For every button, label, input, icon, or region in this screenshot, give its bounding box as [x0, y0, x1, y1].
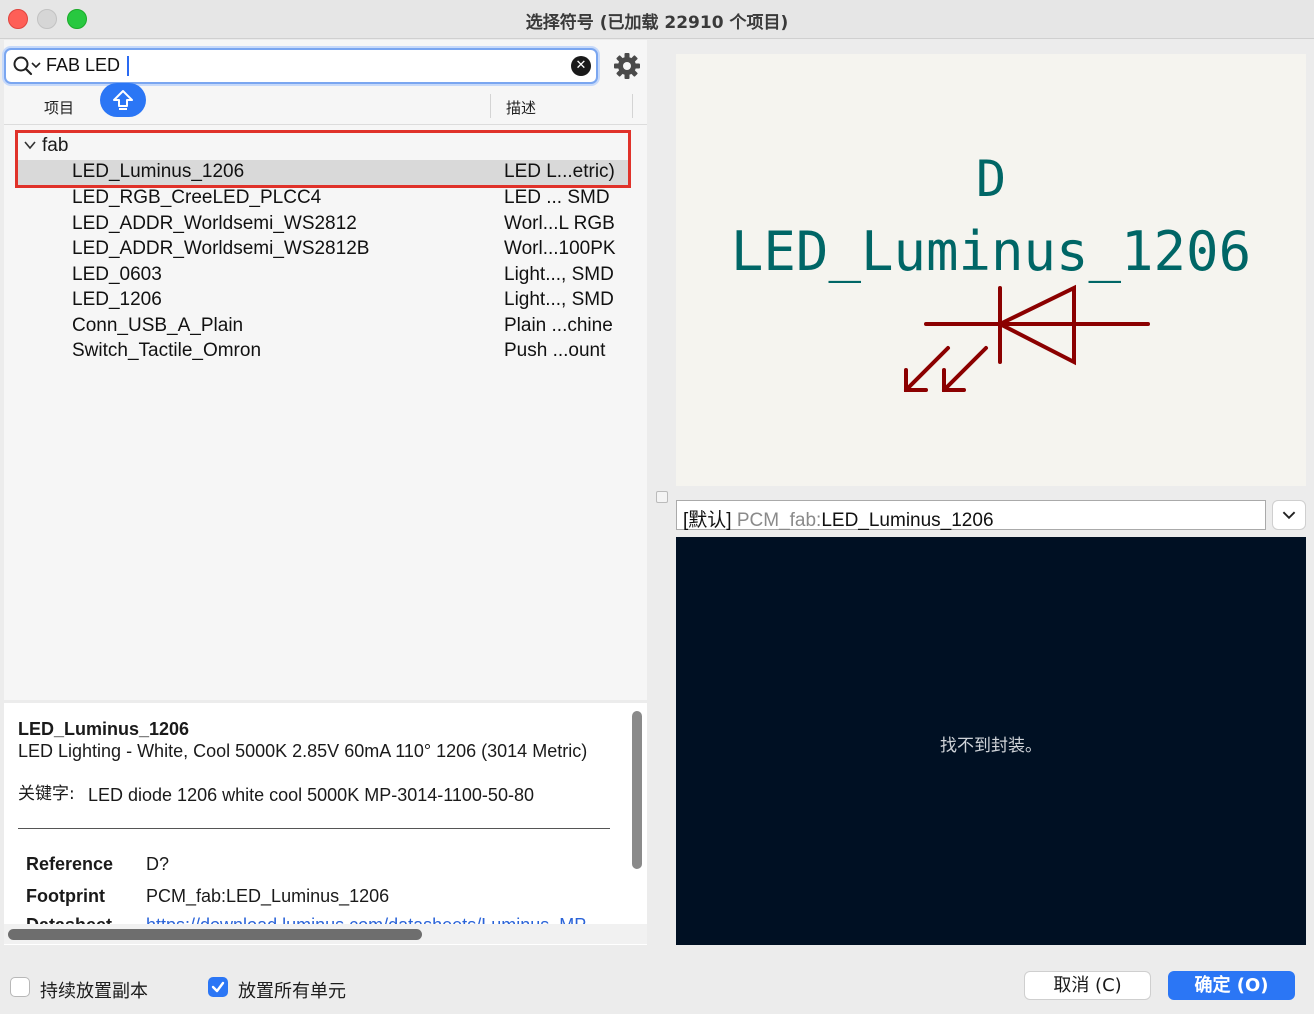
shift-arrow-icon [100, 83, 146, 117]
symbol-details-panel: LED_Luminus_1206 LED Lighting - White, C… [4, 703, 647, 945]
item-name: Conn_USB_A_Plain [72, 315, 244, 336]
footprint-preview: 找不到封装。 [676, 537, 1306, 945]
clear-search-icon[interactable]: ✕ [571, 56, 591, 76]
search-box[interactable]: ✕ [4, 48, 598, 84]
list-item[interactable]: LED_1206 Light..., SMD [4, 288, 647, 313]
gear-icon[interactable] [612, 52, 642, 80]
item-name: LED_RGB_CreeLED_PLCC4 [72, 187, 322, 208]
selection-highlight-box [15, 130, 631, 188]
cancel-button[interactable]: 取消 (C) [1024, 971, 1151, 1000]
keep-placing-checkbox[interactable] [10, 977, 30, 997]
search-icon [13, 56, 41, 76]
column-divider[interactable] [632, 94, 633, 118]
footprint-not-found-message: 找不到封装。 [940, 736, 1042, 756]
details-keywords: LED diode 1206 white cool 5000K MP-3014-… [88, 785, 534, 805]
reference-value: D? [146, 854, 170, 874]
list-item[interactable]: Conn_USB_A_Plain Plain ...chine [4, 314, 647, 339]
item-description: Light..., SMD [504, 264, 614, 285]
details-keywords-label: 关键字: [18, 784, 75, 804]
list-item[interactable]: LED_0603 Light..., SMD [4, 263, 647, 288]
item-description: Worl...100PK [504, 238, 616, 259]
item-name: LED_ADDR_Worldsemi_WS2812 [72, 213, 357, 234]
place-all-units-label[interactable]: 放置所有单元 [238, 977, 346, 1003]
keep-placing-label[interactable]: 持续放置副本 [40, 977, 148, 1003]
symbol-preview: D LED_Luminus_1206 [676, 54, 1306, 486]
details-horizontal-scrollbar[interactable] [8, 929, 422, 940]
item-name: Switch_Tactile_Omron [72, 340, 262, 361]
item-name: LED_0603 [72, 264, 162, 285]
details-description: LED Lighting - White, Cool 5000K 2.85V 6… [18, 741, 588, 761]
footprint-select-text: [默认] PCM_fab:LED_Luminus_1206 [683, 510, 994, 531]
details-vertical-scrollbar[interactable] [632, 711, 642, 869]
list-item[interactable]: LED_ADDR_Worldsemi_WS2812 Worl...L RGB [4, 212, 647, 237]
ok-button[interactable]: 确定 (O) [1168, 971, 1295, 1000]
reference-label: Reference [26, 854, 114, 874]
item-description: Push ...ount [504, 340, 606, 361]
footprint-label: Footprint [26, 886, 105, 906]
item-description: Plain ...chine [504, 315, 613, 336]
panel-splitter-handle[interactable] [656, 491, 668, 503]
item-description: Worl...L RGB [504, 213, 615, 234]
place-all-units-checkbox[interactable] [208, 977, 228, 997]
preview-value: LED_Luminus_1206 [730, 220, 1252, 283]
text-caret [127, 56, 129, 76]
preview-reference: D [975, 150, 1007, 208]
column-items-header[interactable]: 项目 [44, 97, 74, 118]
item-name: LED_ADDR_Worldsemi_WS2812B [72, 238, 370, 259]
title-bar: 选择符号 (已加载 22910 个项目) [0, 0, 1314, 39]
item-description: Light..., SMD [504, 289, 614, 310]
item-description: LED ... SMD [504, 187, 610, 208]
column-description-header[interactable]: 描述 [506, 97, 536, 118]
list-item[interactable]: Switch_Tactile_Omron Push ...ount [4, 339, 647, 364]
column-divider[interactable] [490, 94, 491, 118]
led-symbol-icon [904, 284, 1150, 392]
footprint-select[interactable]: [默认] PCM_fab:LED_Luminus_1206 [676, 500, 1266, 531]
list-item[interactable]: LED_RGB_CreeLED_PLCC4 LED ... SMD [4, 186, 647, 211]
window-title: 选择符号 (已加载 22910 个项目) [525, 13, 789, 33]
list-item[interactable]: LED_ADDR_Worldsemi_WS2812B Worl...100PK [4, 237, 647, 262]
details-title: LED_Luminus_1206 [18, 719, 190, 739]
search-input[interactable] [46, 53, 546, 77]
item-name: LED_1206 [72, 289, 162, 310]
chevron-down-icon[interactable] [1272, 500, 1306, 530]
details-divider [18, 828, 610, 829]
footprint-value: PCM_fab:LED_Luminus_1206 [146, 886, 390, 906]
